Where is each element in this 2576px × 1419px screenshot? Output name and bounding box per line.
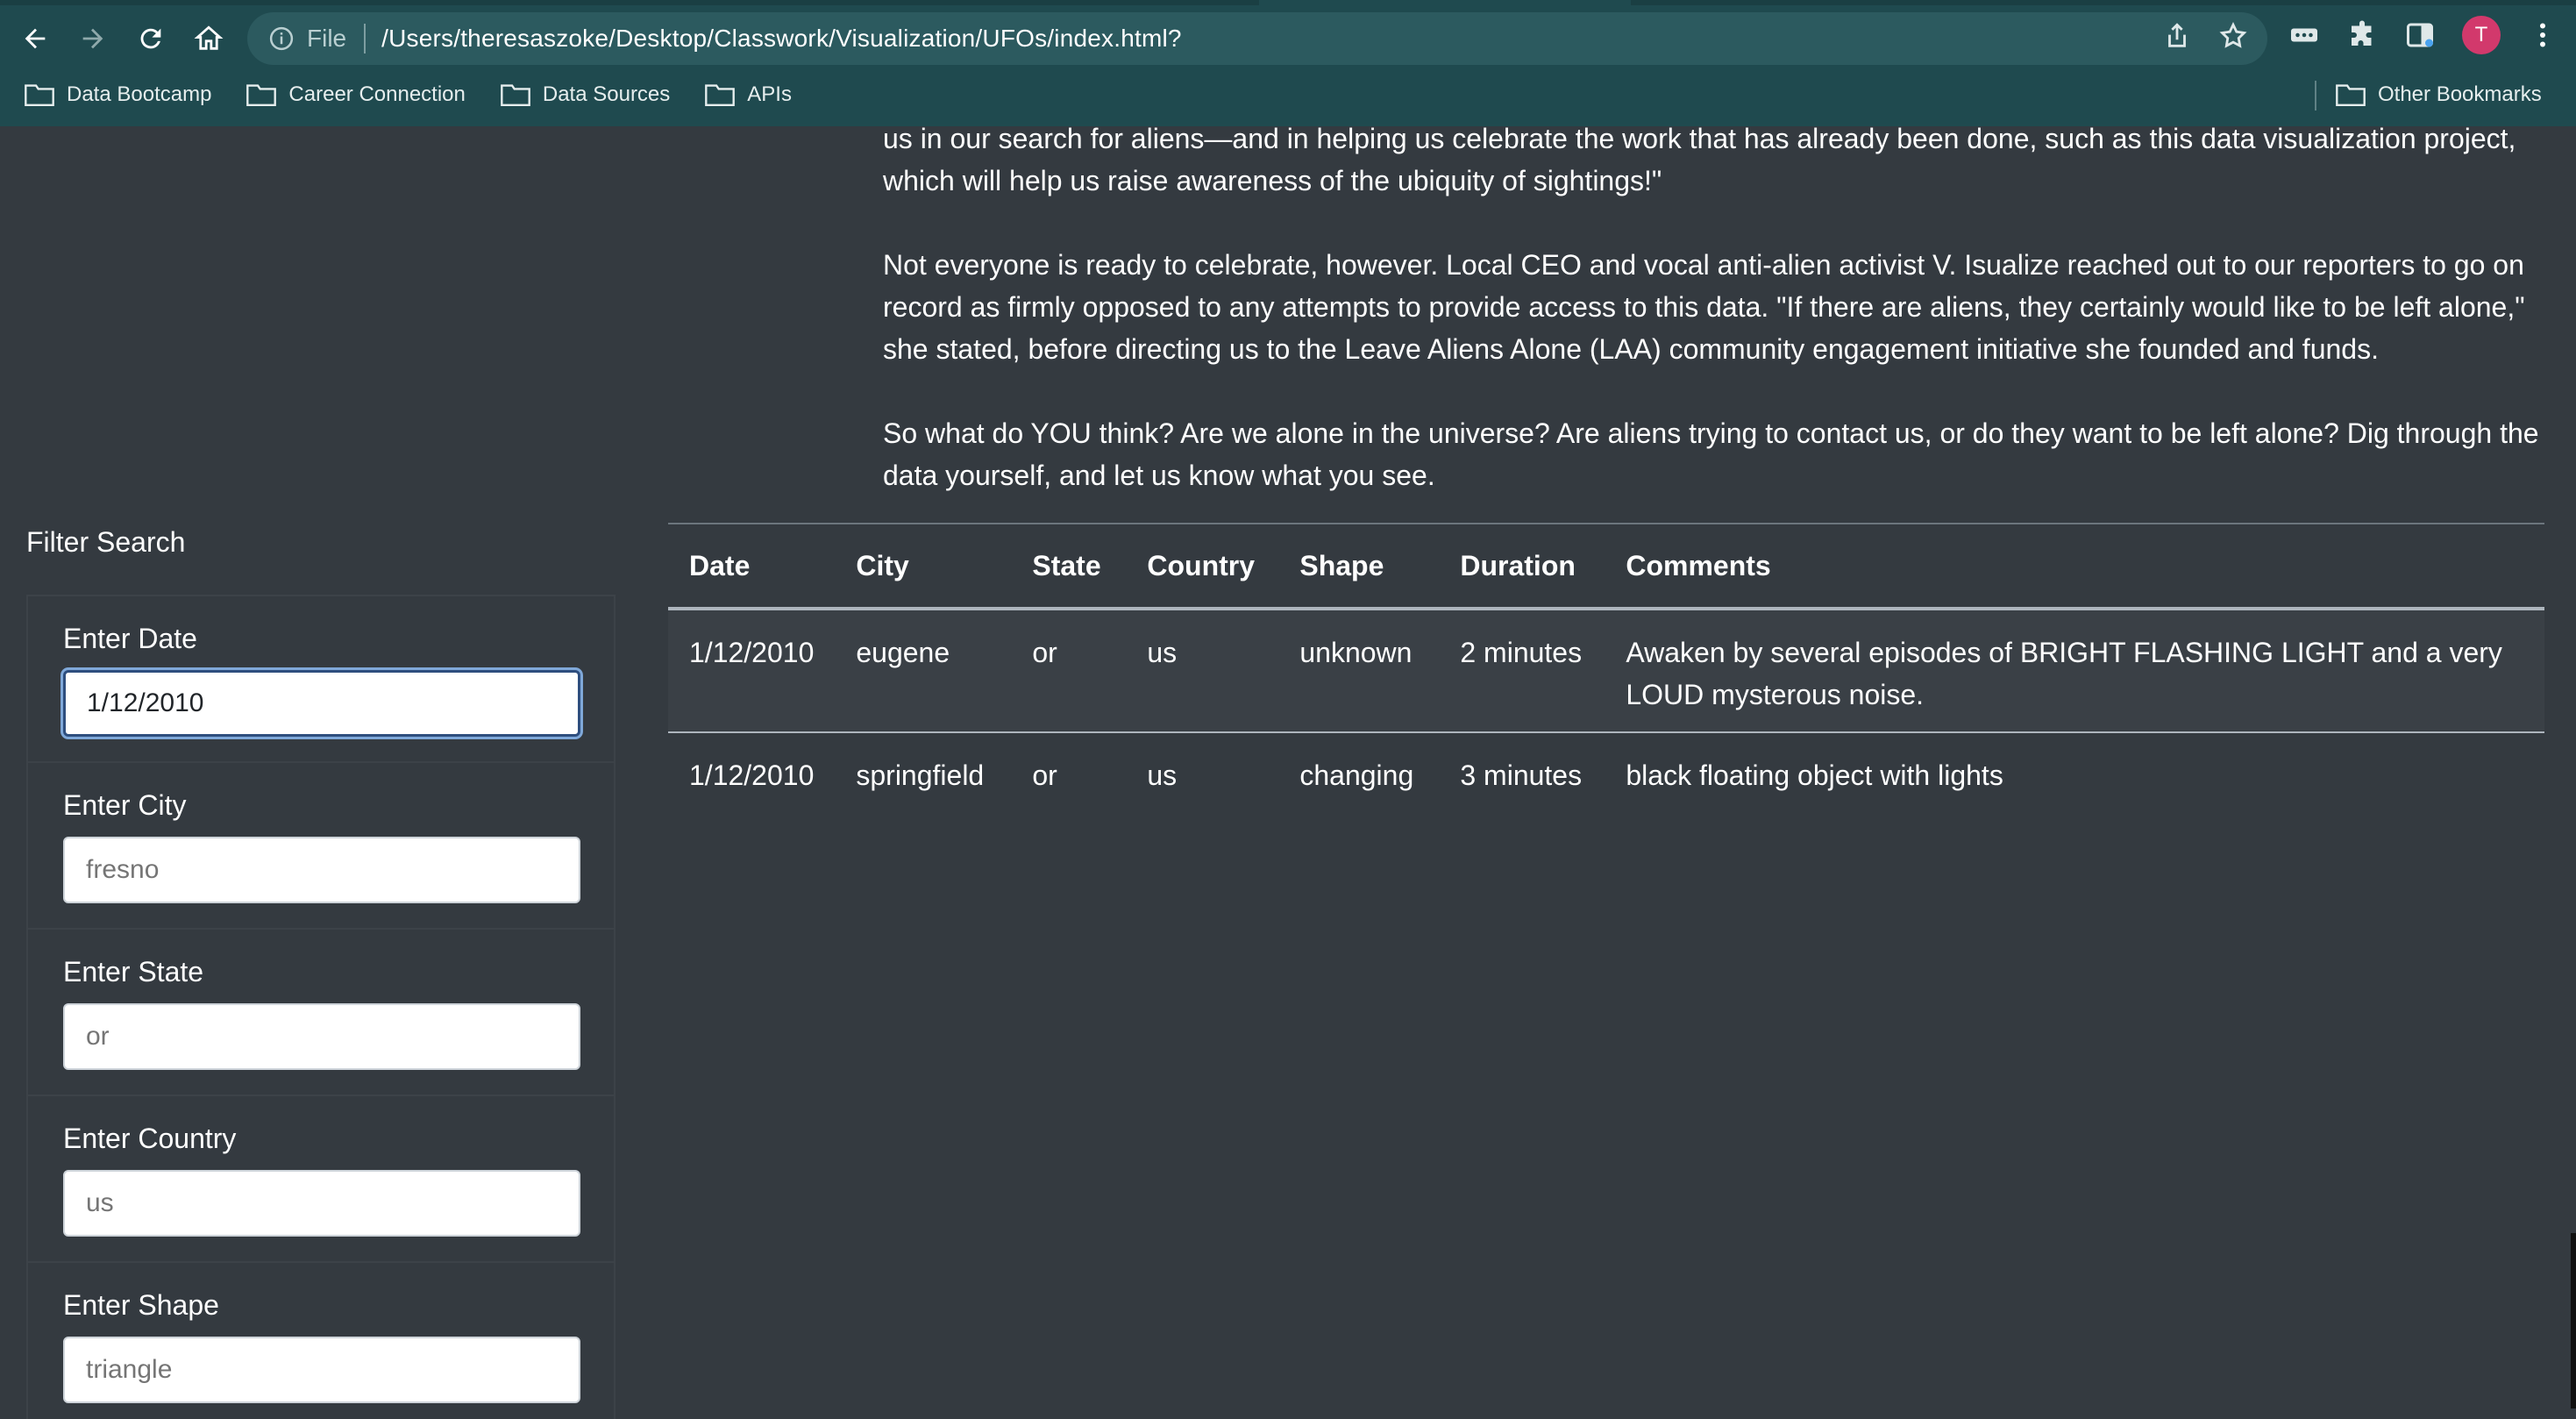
back-button[interactable] <box>7 11 63 67</box>
forward-button[interactable] <box>65 11 121 67</box>
filter-label: Enter Date <box>63 623 197 654</box>
state-input[interactable] <box>63 1003 580 1070</box>
cell-country: us <box>1147 759 1178 791</box>
address-bar[interactable]: File /Users/theresaszoke/Desktop/Classwo… <box>247 12 2267 65</box>
bookmark-label: Data Bootcamp <box>67 82 212 106</box>
table-header-row: Date City State Country Shape Duration C… <box>668 524 2544 610</box>
star-icon[interactable] <box>2218 21 2248 51</box>
filter-label: Enter Country <box>63 1123 237 1154</box>
bookmark-other-bookmarks[interactable]: Other Bookmarks <box>2336 74 2542 116</box>
cell-duration: 3 minutes <box>1460 759 1583 791</box>
home-icon <box>194 25 224 50</box>
column-header-city: City <box>835 524 1012 610</box>
file-scheme-label: File <box>307 25 347 52</box>
sidebar-icon[interactable] <box>2404 19 2436 51</box>
address-separator <box>364 24 366 53</box>
column-header-state: State <box>1011 524 1127 610</box>
page-content: us in our search for aliens—and in helpi… <box>0 126 2576 1419</box>
cell-city: eugene <box>835 609 1012 733</box>
table-row: 1/12/2010 springfield or us changing 3 m… <box>668 732 2544 812</box>
bookmark-label: APIs <box>747 82 792 106</box>
bookmark-data-sources[interactable]: Data Sources <box>501 82 670 107</box>
column-header-duration: Duration <box>1439 524 1605 610</box>
reload-icon <box>140 28 161 49</box>
extension-menu-icon[interactable] <box>2288 19 2320 51</box>
profile-avatar[interactable]: T <box>2462 16 2501 54</box>
article-paragraph: So what do YOU think? Are we alone in th… <box>883 417 2539 491</box>
folder-icon <box>705 84 736 106</box>
kebab-menu-icon[interactable] <box>2527 19 2558 51</box>
cell-date: 1/12/2010 <box>668 609 836 733</box>
arrow-left-icon <box>25 28 46 49</box>
column-header-date: Date <box>668 524 836 610</box>
puzzle-icon[interactable] <box>2346 19 2378 51</box>
cell-shape: unknown <box>1278 609 1440 733</box>
info-icon[interactable] <box>268 25 295 52</box>
column-header-shape: Shape <box>1278 524 1440 610</box>
browser-chrome: File /Users/theresaszoke/Desktop/Classwo… <box>0 0 2576 126</box>
cell-city: springfield <box>856 759 985 791</box>
cell-comments: Awaken by several episodes of BRIGHT FLA… <box>1605 609 2544 733</box>
folder-icon <box>246 84 277 106</box>
filter-panel: Enter Date Enter City Enter State Enter … <box>26 595 616 1419</box>
filter-label: Enter State <box>63 956 204 988</box>
shape-input[interactable] <box>63 1337 580 1403</box>
folder-icon <box>501 84 530 106</box>
browser-toolbar: File /Users/theresaszoke/Desktop/Classwo… <box>0 9 2576 68</box>
column-header-country: Country <box>1126 524 1279 610</box>
cell-shape: changing <box>1299 759 1414 791</box>
bookmarks-divider <box>2315 81 2316 111</box>
home-button[interactable] <box>181 11 237 67</box>
bookmark-label: Career Connection <box>288 82 466 106</box>
filter-item-state: Enter State <box>28 930 614 1096</box>
city-input[interactable] <box>63 837 580 903</box>
window-edge-shadow <box>2571 1233 2576 1408</box>
bookmark-label: Other Bookmarks <box>2378 82 2542 106</box>
url-text[interactable]: /Users/theresaszoke/Desktop/Classwork/Vi… <box>381 25 1182 53</box>
filter-item-shape: Enter Shape <box>28 1263 614 1419</box>
ufo-table: Date City State Country Shape Duration C… <box>668 524 2544 812</box>
tab-strip-edge <box>0 0 1259 5</box>
filter-item-country: Enter Country <box>28 1096 614 1263</box>
filter-item-date: Enter Date <box>28 596 614 763</box>
cell-duration: 2 minutes <box>1439 609 1605 733</box>
country-input[interactable] <box>63 1170 580 1237</box>
column-header-comments: Comments <box>1605 524 2544 610</box>
arrow-right-icon <box>82 28 103 49</box>
filter-label: Enter City <box>63 789 187 821</box>
cell-state: or <box>1011 609 1127 733</box>
folder-icon <box>25 84 54 106</box>
bookmark-apis[interactable]: APIs <box>705 82 792 107</box>
bookmark-label: Data Sources <box>542 82 671 106</box>
tab-strip-edge <box>1631 0 2576 5</box>
bookmark-career-connection[interactable]: Career Connection <box>246 82 466 107</box>
article-paragraph: us in our search for aliens—and in helpi… <box>883 126 2516 196</box>
folder-icon <box>2336 84 2366 106</box>
cell-state: or <box>1032 759 1057 791</box>
filter-search-heading: Filter Search <box>26 526 186 558</box>
bookmarks-bar: Data Bootcamp Career Connection Data Sou… <box>0 74 2576 116</box>
share-icon[interactable] <box>2162 21 2192 51</box>
filter-item-city: Enter City <box>28 763 614 930</box>
cell-date: 1/12/2010 <box>689 759 815 791</box>
article-paragraph: Not everyone is ready to celebrate, howe… <box>883 249 2525 365</box>
bookmark-data-bootcamp[interactable]: Data Bootcamp <box>25 82 211 107</box>
cell-comments: black floating object with lights <box>1626 759 2003 791</box>
table-row: 1/12/2010 eugene or us unknown 2 minutes… <box>668 609 2544 733</box>
article-body: us in our search for aliens—and in helpi… <box>883 126 2549 538</box>
filter-label: Enter Shape <box>63 1289 219 1321</box>
cell-country: us <box>1126 609 1279 733</box>
reload-button[interactable] <box>123 11 179 67</box>
date-input[interactable] <box>63 670 580 737</box>
